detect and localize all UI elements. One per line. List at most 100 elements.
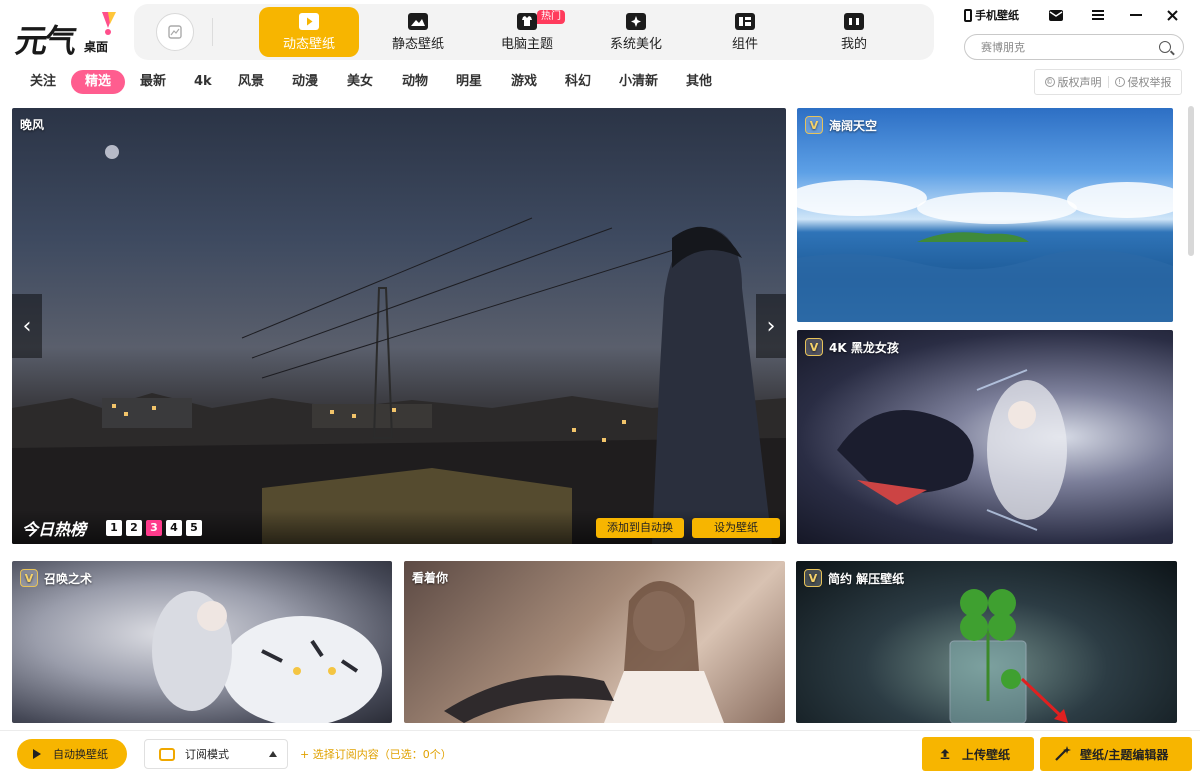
tab-widgets[interactable]: 组件 (695, 7, 795, 57)
page-button[interactable]: 5 (186, 520, 202, 536)
page-button[interactable]: 1 (106, 520, 122, 536)
card-title-text: 看着你 (412, 571, 449, 585)
portrait-artwork (444, 581, 724, 723)
category-scenery[interactable]: 风景 (234, 70, 268, 94)
header: 元气 桌面 动态壁纸 静态壁纸 热门 电脑主题 系统美化 组件 我的 手机壁纸 … (0, 0, 1200, 64)
tab-dynamic-wallpaper[interactable]: 动态壁纸 (259, 7, 359, 57)
tab-label: 系统美化 (609, 36, 662, 52)
magic-wand-icon (1055, 746, 1071, 761)
tab-static-wallpaper[interactable]: 静态壁纸 (368, 7, 468, 57)
search-box (964, 34, 1184, 60)
copyright-label: 版权声明 (1057, 76, 1102, 89)
tab-label: 动态壁纸 (282, 36, 335, 52)
profile-icon (844, 12, 864, 30)
sea-artwork (797, 180, 1173, 322)
search-input[interactable] (981, 38, 1151, 56)
vip-badge: V (805, 338, 823, 356)
play-icon (33, 749, 41, 759)
set-wallpaper-button[interactable]: 设为壁纸 (692, 518, 780, 538)
wallpaper-card[interactable]: V 召唤之术 (12, 561, 392, 723)
card-title: 看着你 (412, 569, 448, 586)
legal-links: © 版权声明 ! 侵权举报 (1034, 69, 1182, 95)
tab-label: 我的 (840, 36, 867, 52)
vip-badge: V (804, 569, 822, 587)
category-bar: 关注 精选 最新 4k 风景 动漫 美女 动物 明星 游戏 科幻 小清新 其他 … (0, 68, 1200, 98)
category-animals[interactable]: 动物 (398, 70, 432, 94)
link-divider (1107, 76, 1109, 88)
play-icon (299, 12, 319, 30)
hot-list-title: 今日热榜 (22, 520, 87, 539)
chevron-right-icon[interactable]: › (756, 294, 786, 358)
page-button[interactable]: 2 (126, 520, 142, 536)
search-icon[interactable] (1159, 41, 1171, 53)
category-featured[interactable]: 精选 (71, 70, 126, 94)
category-anime[interactable]: 动漫 (288, 70, 322, 94)
category-scifi[interactable]: 科幻 (561, 70, 595, 94)
hero-carousel[interactable]: 晚风 ‹ › 今日热榜 1 2 3 4 5 添加到自动换 设为壁纸 (12, 108, 786, 544)
tab-mine[interactable]: 我的 (804, 7, 904, 57)
minimize-icon[interactable] (1126, 6, 1146, 24)
phone-wallpaper-label: 手机壁纸 (975, 9, 1019, 22)
subscription-mode-label: 订阅模式 (185, 748, 229, 761)
wallpaper-card[interactable]: V 海阔天空 (797, 108, 1173, 322)
tab-system-beautify[interactable]: 系统美化 (586, 7, 686, 57)
dragon-artwork (837, 369, 1067, 531)
app-logo[interactable]: 元气 桌面 (13, 10, 116, 60)
footer-toolbar: 自动换壁纸 订阅模式 + 选择订阅内容（已选：0个） 上传壁纸 壁纸/主题编辑器 (0, 730, 1200, 776)
tab-label: 静态壁纸 (391, 36, 444, 52)
card-title-text: 简约 解压壁纸 (828, 571, 905, 586)
scrollbar[interactable] (1188, 106, 1194, 256)
avatar-placeholder-icon (168, 25, 182, 39)
shirt-icon (517, 12, 537, 30)
tab-pc-theme[interactable]: 热门 电脑主题 (477, 7, 577, 57)
phone-wallpaper-link[interactable]: 手机壁纸 (964, 6, 1019, 24)
subscription-mode-select[interactable]: 订阅模式 (144, 739, 288, 769)
card-title-text: 4K 黑龙女孩 (829, 340, 899, 355)
report-link[interactable]: ! 侵权举报 (1114, 74, 1172, 90)
close-icon[interactable] (1162, 6, 1182, 24)
chevron-left-icon[interactable]: ‹ (12, 294, 42, 358)
wallpaper-card[interactable]: V 4K 黑龙女孩 (797, 330, 1173, 544)
wallpaper-card[interactable]: 看着你 (404, 561, 785, 723)
category-fresh[interactable]: 小清新 (615, 70, 662, 94)
card-title-text: 召唤之术 (44, 571, 93, 586)
category-other[interactable]: 其他 (682, 70, 716, 94)
report-label: 侵权举报 (1127, 76, 1172, 89)
category-games[interactable]: 游戏 (507, 70, 541, 94)
image-icon (408, 12, 428, 30)
card-title: V 4K 黑龙女孩 (805, 338, 899, 356)
category-stars[interactable]: 明星 (452, 70, 486, 94)
upload-wallpaper-button[interactable]: 上传壁纸 (922, 737, 1034, 771)
category-beauty[interactable]: 美女 (343, 70, 377, 94)
editor-label: 壁纸/主题编辑器 (1080, 747, 1169, 762)
upload-icon (940, 749, 950, 759)
widget-icon (735, 12, 755, 30)
add-to-auto-button[interactable]: 添加到自动换 (596, 518, 684, 538)
caret-up-icon (269, 751, 277, 757)
warning-icon: ! (1114, 77, 1125, 87)
window-controls: 手机壁纸 (964, 6, 1188, 30)
page-button-active[interactable]: 3 (146, 520, 162, 536)
category-4k[interactable]: 4k (190, 70, 216, 94)
card-title-text: 海阔天空 (829, 118, 878, 133)
category-follow[interactable]: 关注 (26, 70, 60, 94)
user-avatar[interactable] (156, 13, 194, 51)
auto-change-button[interactable]: 自动换壁纸 (17, 739, 127, 769)
card-title: V 海阔天空 (805, 116, 877, 134)
hero-footer: 今日热榜 1 2 3 4 5 添加到自动换 设为壁纸 (12, 510, 786, 544)
phone-icon (964, 8, 972, 22)
page-button[interactable]: 4 (166, 520, 182, 536)
mail-icon[interactable] (1046, 6, 1066, 24)
hot-badge: 热门 (537, 10, 565, 24)
wallpaper-card[interactable]: V 简约 解压壁纸 (796, 561, 1177, 723)
sparkle-icon (626, 12, 646, 30)
card-title: V 简约 解压壁纸 (804, 569, 904, 587)
vip-badge: V (805, 116, 823, 134)
hero-artwork (12, 145, 786, 544)
copyright-link[interactable]: © 版权声明 (1044, 74, 1102, 90)
select-subscription-link[interactable]: + 选择订阅内容（已选：0个） (300, 746, 452, 762)
menu-icon[interactable] (1088, 6, 1108, 24)
category-latest[interactable]: 最新 (136, 70, 170, 94)
nav-divider (212, 18, 213, 46)
theme-editor-button[interactable]: 壁纸/主题编辑器 (1040, 737, 1192, 771)
